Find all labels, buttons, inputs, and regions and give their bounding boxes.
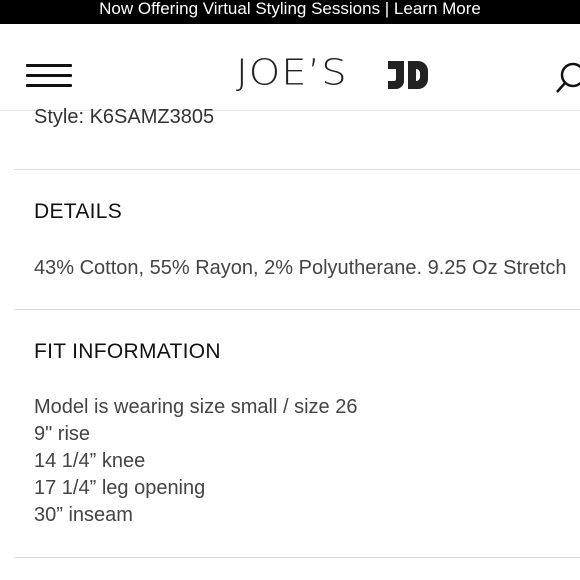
- fit-information-list: Model is wearing size small / size 26 9"…: [34, 394, 357, 529]
- fit-information-heading: FIT INFORMATION: [34, 340, 221, 363]
- fit-line: 17 1/4” leg opening: [34, 477, 206, 499]
- details-heading: DETAILS: [34, 200, 123, 223]
- search-icon[interactable]: [556, 60, 580, 96]
- hamburger-menu-icon[interactable]: [26, 64, 72, 88]
- details-text: 43% Cotton, 55% Rayon, 2% Polyutherane. …: [34, 257, 567, 279]
- promo-banner[interactable]: Now Offering Virtual Styling Sessions | …: [0, 0, 580, 24]
- logo-wordmark: JOE’S: [236, 53, 348, 94]
- style-number: Style: K6SAMZ3805: [34, 106, 215, 128]
- fit-line: Model is wearing size small / size 26: [34, 396, 358, 418]
- divider: [14, 309, 580, 310]
- divider: [14, 169, 580, 170]
- site-header: JOE’S: [0, 24, 580, 111]
- logo-mark-icon: [386, 59, 430, 91]
- divider: [14, 557, 580, 558]
- fit-line: 9" rise: [34, 423, 91, 445]
- site-logo[interactable]: JOE’S: [236, 53, 430, 93]
- fit-line: 30” inseam: [34, 504, 133, 526]
- promo-banner-text[interactable]: Now Offering Virtual Styling Sessions | …: [99, 0, 481, 18]
- fit-line: 14 1/4” knee: [34, 450, 146, 472]
